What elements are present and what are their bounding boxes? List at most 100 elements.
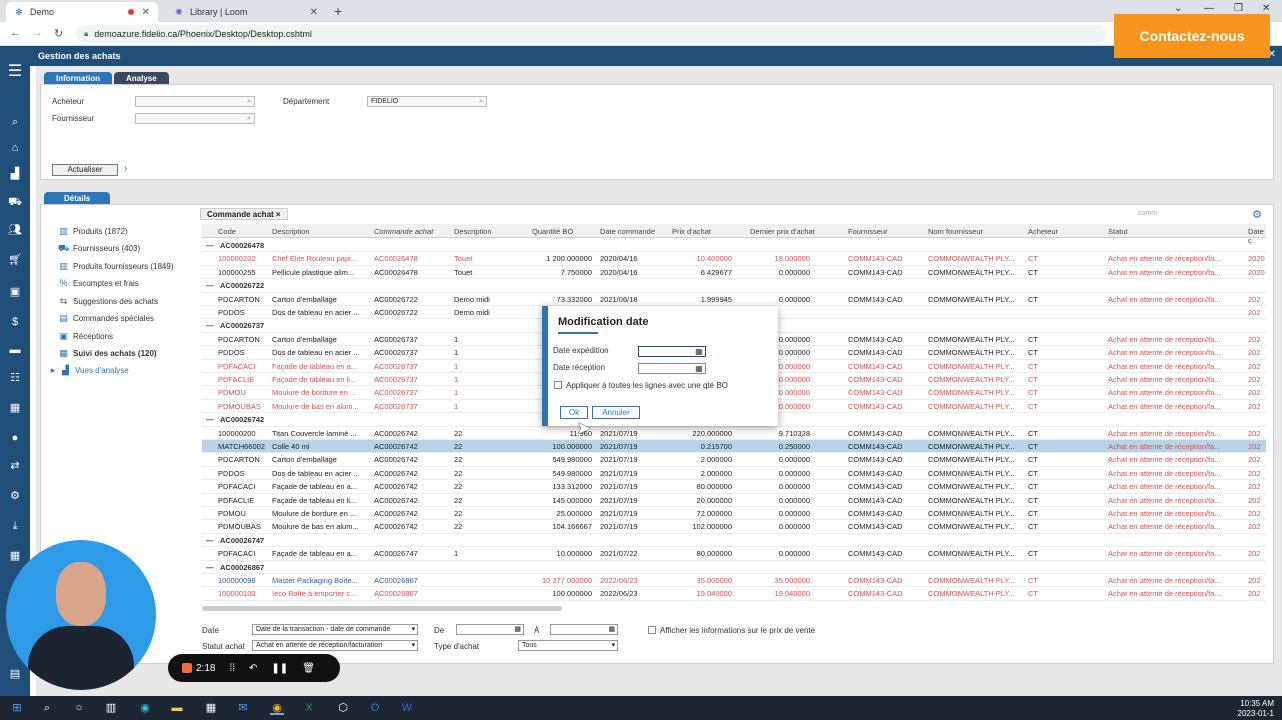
gear-icon[interactable]: ⚙ — [1252, 208, 1262, 221]
close-icon[interactable]: ✕ — [142, 7, 150, 18]
stop-recording-icon[interactable] — [182, 663, 192, 673]
widgets-icon[interactable]: ▥ — [104, 701, 118, 715]
windows-start-icon[interactable]: ⊞ — [10, 701, 24, 715]
collapse-icon[interactable]: — — [206, 413, 214, 426]
table-row[interactable]: 100000202 Chef Elite Rouleau papi... AC000… — [202, 252, 1266, 266]
tree-item-produits-fournisseurs[interactable]: ▥ Produits fournisseurs (1849) — [58, 261, 173, 271]
system-clock[interactable]: 10:35 AM 2023-01-1 — [1238, 699, 1274, 719]
search-icon[interactable]: ⌕ — [7, 114, 23, 130]
column-header[interactable]: Commande achat — [374, 227, 433, 236]
transfer-icon[interactable]: ⇄ — [7, 458, 23, 474]
afficher-prix-checkbox[interactable] — [648, 626, 656, 634]
close-icon[interactable]: ✕ — [310, 7, 318, 18]
webcam-bubble[interactable] — [6, 540, 156, 690]
document-icon[interactable]: ▤ — [7, 666, 23, 682]
forward-arrow-icon[interactable]: → — [32, 27, 43, 39]
expand-icon[interactable]: ▸ — [50, 365, 56, 375]
tree-item-escomptes[interactable]: % Escomptes et frais — [58, 278, 138, 288]
tree-item-produits[interactable]: ▥ Produits (1872) — [58, 226, 127, 236]
table-row[interactable]: 100000100 Ieco Boîte à emporter c... AC000… — [202, 587, 1266, 601]
grid-search-input[interactable]: comm — [1138, 210, 1157, 217]
tree-item-fournisseurs[interactable]: ⛟ Fournisseurs (403) — [58, 243, 140, 253]
table-row[interactable]: PDMOUBAS Moulure de bas en alum... AC00026… — [202, 520, 1266, 534]
grid-icon[interactable]: ▦ — [7, 548, 23, 564]
cart-icon[interactable]: 🛒︎ — [7, 252, 23, 268]
tab-demo[interactable]: ✻ Demo ✕ — [6, 2, 158, 22]
actualiser-button[interactable]: Actualiser — [52, 164, 118, 176]
column-header[interactable]: Date commande — [600, 227, 655, 236]
truck-icon[interactable]: ⛟ — [7, 194, 23, 210]
chart-icon[interactable]: ▟ — [7, 166, 23, 182]
calendar-icon[interactable]: ▦ — [694, 364, 704, 373]
statut-achat-select[interactable]: Achat en attente de réception/facturatio… — [252, 640, 418, 651]
hamburger-menu-icon[interactable]: ☰ — [7, 64, 23, 80]
app-hexagon-icon[interactable]: ⬡ — [336, 701, 350, 715]
group-row[interactable]: — AC00026478 — [202, 239, 1266, 253]
hierarchy-icon[interactable]: ☷ — [7, 370, 23, 386]
new-tab-icon[interactable]: + — [334, 3, 342, 19]
group-row[interactable]: — AC00026747 — [202, 534, 1266, 548]
table-row[interactable]: PDFACACI Façade de tableau en a... AC00026… — [202, 480, 1266, 494]
column-header[interactable]: Description — [272, 227, 310, 236]
calendar-icon[interactable]: ▦ — [694, 347, 704, 356]
basket-icon[interactable]: ▬ — [7, 342, 23, 358]
excel-icon[interactable]: X — [302, 701, 316, 715]
collapse-icon[interactable]: — — [206, 561, 214, 574]
mail-icon[interactable]: ✉ — [236, 701, 250, 715]
task-view-icon[interactable]: ○ — [72, 701, 86, 715]
group-row[interactable]: — AC00026722 — [202, 279, 1266, 293]
minimize-icon[interactable]: — — [1204, 3, 1214, 14]
contact-card-icon[interactable]: ▣ — [7, 284, 23, 300]
chevron-down-icon[interactable]: ⌄ — [1174, 3, 1182, 14]
close-icon[interactable]: × — [276, 210, 281, 219]
table-row[interactable]: PDCARTON Carton d'emballage AC00026742 22 54… — [202, 453, 1266, 467]
collapse-icon[interactable]: — — [206, 239, 214, 252]
date-select[interactable]: Date de la transaction - date de command… — [252, 624, 418, 635]
group-row[interactable]: — AC00026867 — [202, 561, 1266, 574]
column-header[interactable]: Prix d'achat — [672, 227, 711, 236]
settings-icon[interactable]: ⚙ — [7, 488, 23, 504]
back-arrow-icon[interactable]: ← — [10, 27, 21, 39]
column-header[interactable]: Dernier prix d'achat — [750, 227, 815, 236]
store-icon[interactable]: ▦ — [204, 701, 218, 715]
acheteur-input[interactable]: ⌕ — [135, 96, 255, 107]
contact-us-button[interactable]: Contactez-nous — [1114, 14, 1270, 58]
word-icon[interactable]: W — [400, 701, 414, 715]
column-header[interactable]: Description — [454, 227, 492, 236]
edge-icon[interactable]: ◉ — [138, 701, 152, 715]
departement-input[interactable]: FIDELIO ⌕ — [367, 96, 487, 107]
fournisseur-input[interactable]: ⌕ — [135, 113, 255, 124]
de-date-input[interactable]: ▦ — [456, 624, 524, 635]
table-row[interactable]: 100000255 Pellicule plastique alim... AC00… — [202, 266, 1266, 280]
undo-icon[interactable]: ↶ — [249, 663, 257, 674]
table-row[interactable]: PDFACLIE Façade de tableau en li... AC0002… — [202, 494, 1266, 507]
chrome-icon[interactable]: ◉ — [270, 701, 284, 715]
collapse-icon[interactable]: — — [206, 279, 214, 292]
url-input[interactable]: 🔒︎ demoazure.fidelio.ca/Phoenix/Desktop/… — [76, 25, 1106, 43]
close-window-icon[interactable]: ✕ — [1262, 3, 1270, 14]
table-row[interactable]: 100000200 Titan Couvercle laminé ... AC000… — [202, 427, 1266, 440]
calendar-icon[interactable]: ▦ — [608, 625, 615, 634]
tree-item-receptions[interactable]: ▣ Réceptions — [58, 331, 113, 341]
search-icon[interactable]: ⌕ — [479, 97, 483, 106]
tree-item-commandes-speciales[interactable]: ▤ Commandes spéciales — [58, 313, 154, 323]
collapse-icon[interactable]: — — [206, 319, 214, 332]
reload-icon[interactable]: ↻ — [54, 27, 63, 40]
tree-item-suggestions[interactable]: ⇆ Suggestions des achats — [58, 296, 158, 306]
home-icon[interactable]: ⌂ — [7, 140, 23, 156]
collapse-icon[interactable]: — — [206, 534, 214, 547]
trash-icon[interactable]: 🗑︎ — [302, 663, 315, 674]
column-header[interactable]: Statut — [1108, 227, 1128, 236]
maximize-icon[interactable]: ❐ — [1234, 3, 1243, 14]
table-row[interactable]: PDMOU Moulure de bordure en ... AC00026742… — [202, 507, 1266, 521]
pause-icon[interactable]: ❚❚ — [271, 663, 288, 674]
search-icon[interactable]: ⌕ — [247, 114, 251, 123]
table-row[interactable]: PDCARTON Carton d'emballage AC00026722 Demo… — [202, 293, 1266, 306]
horizontal-scrollbar[interactable] — [202, 606, 562, 611]
a-date-input[interactable]: ▦ — [550, 624, 618, 635]
tab-loom[interactable]: ✺ Library | Loom ✕ — [166, 2, 326, 22]
apply-all-checkbox[interactable] — [554, 381, 562, 389]
column-header[interactable]: Nom fournisseur — [928, 227, 983, 236]
table-row[interactable]: MATCH66002 Colle 40 ml AC00026742 22 100.000… — [202, 440, 1266, 454]
outlook-icon[interactable]: O — [368, 701, 382, 715]
